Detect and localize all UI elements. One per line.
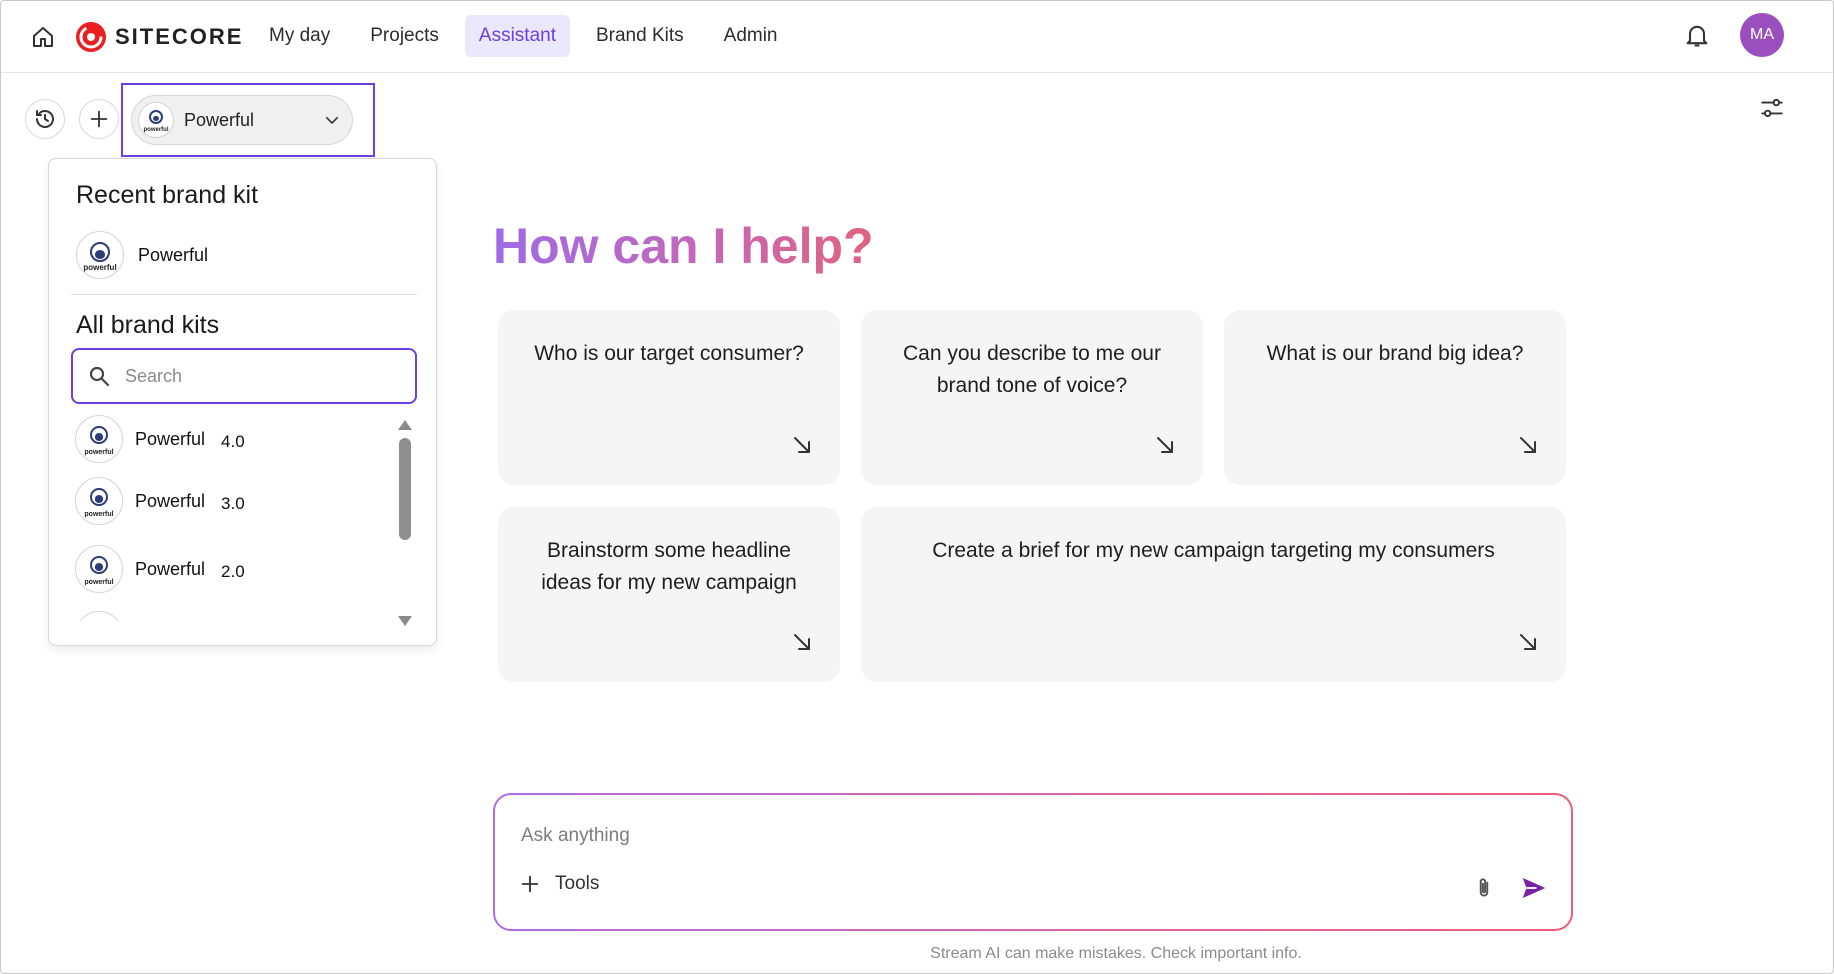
notifications-button[interactable]: [1683, 21, 1711, 49]
scroll-up-icon[interactable]: [398, 420, 412, 430]
brand-kit-list-item-partial[interactable]: [75, 611, 123, 621]
nav-assistant[interactable]: Assistant: [464, 15, 570, 57]
top-navigation-bar: SITECORE My day Projects Assistant Brand…: [1, 1, 1833, 73]
brand-kit-name: Powerful: [135, 558, 206, 579]
suggestion-card-wide[interactable]: Create a brief for my new campaign targe…: [861, 507, 1566, 682]
tools-button[interactable]: Tools: [519, 873, 599, 895]
arrow-down-right-icon: [1520, 437, 1536, 453]
nav-projects[interactable]: Projects: [356, 15, 453, 57]
sitecore-logo[interactable]: SITECORE: [75, 21, 243, 53]
main-nav: My day Projects Assistant Brand Kits Adm…: [255, 15, 792, 57]
suggestion-card[interactable]: Can you describe to me our brand tone of…: [861, 310, 1203, 485]
brand-kit-version: 2.0: [221, 562, 245, 581]
arrow-down-right-icon: [794, 634, 810, 650]
brand-kit-list: powerful Powerful 4.0 powerful Powerful …: [71, 415, 381, 621]
chat-input[interactable]: Ask anything: [521, 825, 630, 847]
chat-composer-body: Ask anything Tools: [495, 795, 1571, 929]
suggestion-text: Who is our target consumer?: [534, 342, 804, 365]
brand-kit-selector-label: Powerful: [184, 109, 255, 130]
history-icon: [36, 110, 54, 128]
chat-composer: Ask anything Tools: [493, 793, 1573, 931]
brand-kit-name: Powerful: [135, 428, 206, 449]
nav-admin[interactable]: Admin: [710, 15, 792, 57]
brand-kit-list-item[interactable]: powerful Powerful 4.0: [75, 415, 245, 463]
brand-logo-icon: powerful: [75, 477, 123, 525]
recent-brand-kit-item[interactable]: powerful Powerful: [76, 231, 208, 279]
brand-logo-icon: [75, 611, 123, 621]
brand-kit-list-item[interactable]: powerful Powerful 3.0: [75, 477, 245, 525]
ai-disclaimer: Stream AI can make mistakes. Check impor…: [1, 945, 1833, 963]
brand-kit-name: Powerful: [135, 490, 206, 511]
nav-brand-kits[interactable]: Brand Kits: [582, 15, 698, 57]
send-button[interactable]: [1519, 873, 1549, 903]
home-button[interactable]: [29, 23, 57, 51]
settings-button[interactable]: [1759, 95, 1787, 123]
brand-logo-icon: powerful: [76, 231, 124, 279]
app-window: SITECORE My day Projects Assistant Brand…: [0, 0, 1834, 974]
suggestion-text: Brainstorm some headline ideas for my ne…: [541, 539, 797, 594]
arrow-down-right-icon: [794, 437, 810, 453]
suggestion-text: Create a brief for my new campaign targe…: [932, 539, 1495, 562]
search-icon: [89, 366, 110, 387]
page-headline: How can I help?: [493, 218, 874, 274]
home-icon: [33, 27, 53, 47]
plus-icon: [521, 875, 539, 893]
brand-kit-version: 4.0: [221, 432, 245, 451]
suggestion-text: Can you describe to me our brand tone of…: [903, 342, 1161, 397]
recent-brand-kit-heading: Recent brand kit: [76, 181, 259, 209]
brand-kit-selector[interactable]: powerful Powerful: [131, 95, 353, 145]
bell-icon: [1686, 25, 1708, 47]
paperclip-icon: [1479, 878, 1489, 897]
attach-button[interactable]: [1471, 875, 1497, 901]
new-chat-button[interactable]: [79, 99, 119, 139]
all-brand-kits-heading: All brand kits: [76, 311, 220, 339]
brand-kit-search[interactable]: [71, 348, 417, 404]
recent-brand-kit-name: Powerful: [138, 244, 209, 265]
scroll-thumb[interactable]: [399, 438, 411, 540]
user-avatar[interactable]: MA: [1740, 13, 1784, 57]
nav-my-day[interactable]: My day: [255, 15, 344, 57]
history-button[interactable]: [25, 99, 65, 139]
divider: [71, 294, 417, 295]
logo-text: SITECORE: [115, 24, 244, 49]
brand-logo-icon: powerful: [75, 545, 123, 593]
sliders-icon: [1761, 98, 1783, 118]
chevron-down-icon: [312, 111, 352, 129]
arrow-down-right-icon: [1520, 634, 1536, 650]
suggestion-card[interactable]: Who is our target consumer?: [498, 310, 840, 485]
brand-kit-list-item[interactable]: powerful Powerful 2.0: [75, 545, 245, 593]
brand-kit-search-input[interactable]: [125, 365, 385, 387]
send-icon: [1522, 878, 1546, 898]
plus-icon: [90, 110, 108, 128]
brand-kit-dropdown: Recent brand kit powerful Powerful All b…: [48, 158, 437, 646]
brand-logo-icon: powerful: [75, 415, 123, 463]
sitecore-logo-icon: [76, 22, 106, 52]
ai-disclaimer-text: Stream AI can make mistakes. Check impor…: [930, 945, 1302, 962]
brand-logo-icon: powerful: [138, 102, 174, 138]
brand-kit-version: 3.0: [221, 494, 245, 513]
suggestion-card[interactable]: Brainstorm some headline ideas for my ne…: [498, 507, 840, 682]
tools-label: Tools: [555, 873, 600, 894]
suggestion-card[interactable]: What is our brand big idea?: [1224, 310, 1566, 485]
brand-kit-list-scrollbar[interactable]: [395, 420, 417, 626]
suggestion-text: What is our brand big idea?: [1266, 342, 1524, 365]
scroll-down-icon[interactable]: [398, 616, 412, 626]
arrow-down-right-icon: [1157, 437, 1173, 453]
